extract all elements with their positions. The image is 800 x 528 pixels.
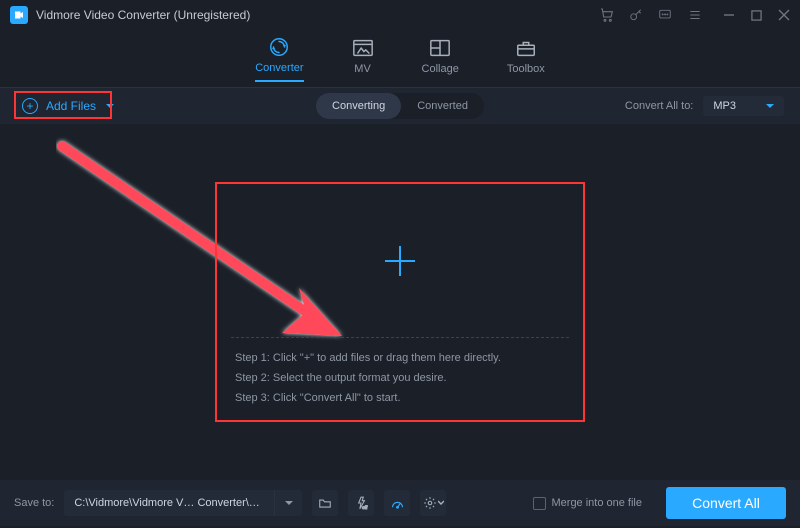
speed-button[interactable] bbox=[384, 490, 410, 516]
tab-collage[interactable]: Collage bbox=[422, 37, 459, 81]
convert-all-button[interactable]: Convert All bbox=[666, 487, 786, 519]
dropzone-steps: Step 1: Click "+" to add files or drag t… bbox=[217, 338, 583, 420]
tab-label: Converter bbox=[255, 62, 303, 74]
mv-icon bbox=[352, 37, 374, 59]
toolbox-icon bbox=[515, 37, 537, 59]
convert-all-to-label: Convert All to: bbox=[625, 100, 693, 112]
converter-icon bbox=[268, 36, 290, 58]
add-files-button[interactable]: Add Files bbox=[16, 94, 120, 118]
menu-icon[interactable] bbox=[687, 8, 703, 22]
format-value: MP3 bbox=[713, 100, 736, 112]
add-plus-icon[interactable] bbox=[385, 246, 415, 276]
merge-label: Merge into one file bbox=[552, 497, 643, 509]
minimize-icon[interactable] bbox=[723, 9, 735, 21]
tab-toolbox[interactable]: Toolbox bbox=[507, 37, 545, 81]
settings-button[interactable] bbox=[420, 490, 446, 516]
status-segment: Converting Converted bbox=[316, 93, 484, 119]
dropzone-upper[interactable] bbox=[217, 184, 583, 337]
save-to-label: Save to: bbox=[14, 497, 54, 509]
chevron-down-icon bbox=[766, 104, 774, 108]
tab-mv[interactable]: MV bbox=[352, 37, 374, 81]
save-path-value: C:\Vidmore\Vidmore V… Converter\Converte… bbox=[64, 497, 274, 509]
step-text: Step 2: Select the output format you des… bbox=[235, 372, 565, 384]
segment-converted[interactable]: Converted bbox=[401, 93, 484, 119]
format-dropdown[interactable]: MP3 bbox=[703, 96, 784, 116]
main-tabs: Converter MV Collage Toolbox bbox=[0, 30, 800, 88]
app-logo bbox=[10, 6, 28, 24]
step-text: Step 3: Click "Convert All" to start. bbox=[235, 392, 565, 404]
title-bar: Vidmore Video Converter (Unregistered) bbox=[0, 0, 800, 30]
close-icon[interactable] bbox=[778, 9, 790, 21]
save-path-dropdown[interactable]: C:\Vidmore\Vidmore V… Converter\Converte… bbox=[64, 490, 302, 516]
tab-label: Toolbox bbox=[507, 63, 545, 75]
open-folder-button[interactable] bbox=[312, 490, 338, 516]
chevron-down-icon[interactable] bbox=[274, 490, 302, 516]
chevron-down-icon bbox=[106, 104, 114, 108]
tab-label: MV bbox=[354, 63, 371, 75]
feedback-icon[interactable] bbox=[657, 8, 673, 22]
maximize-icon[interactable] bbox=[751, 10, 762, 21]
main-area: Step 1: Click "+" to add files or drag t… bbox=[0, 124, 800, 480]
fx-button[interactable]: off bbox=[348, 490, 374, 516]
merge-checkbox[interactable]: Merge into one file bbox=[533, 497, 643, 510]
checkbox-icon bbox=[533, 497, 546, 510]
window-title: Vidmore Video Converter (Unregistered) bbox=[36, 8, 250, 22]
cart-icon[interactable] bbox=[599, 7, 615, 23]
dropzone[interactable]: Step 1: Click "+" to add files or drag t… bbox=[215, 182, 585, 422]
svg-text:off: off bbox=[363, 505, 369, 510]
action-bar: Add Files Converting Converted Convert A… bbox=[0, 88, 800, 124]
bottom-bar: Save to: C:\Vidmore\Vidmore V… Converter… bbox=[0, 480, 800, 526]
plus-circle-icon bbox=[22, 98, 38, 114]
collage-icon bbox=[429, 37, 451, 59]
key-icon[interactable] bbox=[629, 8, 643, 22]
step-text: Step 1: Click "+" to add files or drag t… bbox=[235, 352, 565, 364]
add-files-label: Add Files bbox=[46, 99, 96, 113]
segment-converting[interactable]: Converting bbox=[316, 93, 401, 119]
tab-label: Collage bbox=[422, 63, 459, 75]
tab-converter[interactable]: Converter bbox=[255, 36, 303, 82]
